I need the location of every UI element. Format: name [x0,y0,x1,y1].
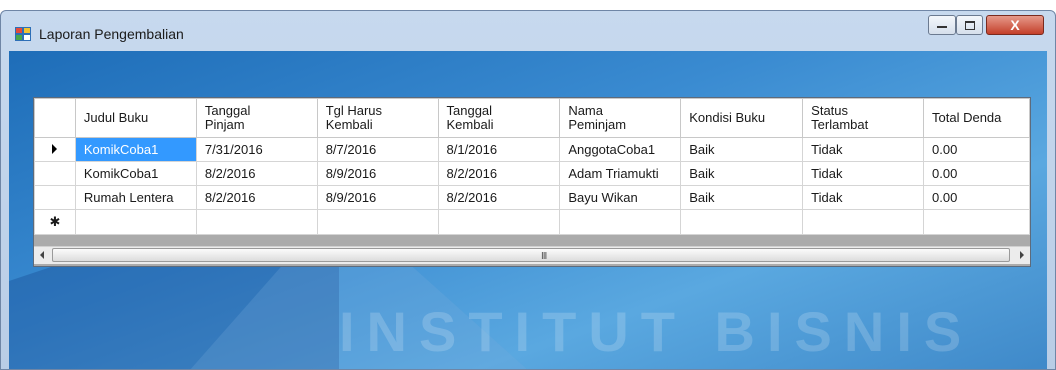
table-cell[interactable] [802,209,924,235]
table-cell[interactable]: 8/2/2016 [437,161,561,186]
watermark: INSTITUT BISNIS [339,300,974,363]
scroll-right-icon[interactable] [1020,251,1024,259]
table-cell[interactable]: Tidak [802,185,924,210]
maximize-button[interactable] [956,15,983,35]
window-title: Laporan Pengembalian [39,26,184,42]
corner-header[interactable] [34,98,76,138]
row-header-current[interactable] [34,137,76,162]
app-window: Laporan Pengembalian X INSTITUT BISNIS J… [0,10,1056,370]
table-cell[interactable] [559,209,682,235]
table-cell[interactable]: 8/2/2016 [437,185,561,210]
scroll-grip: III [541,251,547,262]
table-cell[interactable]: 0.00 [923,137,1030,162]
new-row[interactable]: ✱ [34,209,1030,235]
current-row-icon [52,144,58,154]
table-cell[interactable] [437,209,561,235]
table-cell[interactable]: 7/31/2016 [195,137,318,162]
minimize-button[interactable] [928,15,956,35]
close-button[interactable]: X [986,15,1044,35]
table-cell[interactable] [74,209,197,235]
column-header-nama-peminjam[interactable]: Nama Peminjam [559,98,682,138]
new-row-header[interactable]: ✱ [34,209,76,235]
table-cell[interactable]: Adam Triamukti [559,161,682,186]
new-row-icon: ✱ [49,214,61,229]
close-icon: X [1010,17,1020,33]
table-cell[interactable]: KomikCoba1 [74,161,197,186]
row-header[interactable] [34,185,76,210]
row-header[interactable] [34,161,76,186]
horizontal-scrollbar[interactable]: III [34,246,1030,264]
table-cell[interactable]: AnggotaCoba1 [559,137,682,162]
table-cell[interactable]: 0.00 [923,185,1030,210]
table-cell[interactable]: Baik [680,161,804,186]
table-cell[interactable]: 8/2/2016 [195,161,318,186]
table-cell[interactable]: 8/9/2016 [316,185,439,210]
table-cell[interactable]: 0.00 [923,161,1030,186]
header-row: Judul Buku Tanggal Pinjam Tgl Harus Kemb… [34,98,1030,138]
table-cell[interactable]: 8/7/2016 [316,137,439,162]
table-cell[interactable]: 8/2/2016 [195,185,318,210]
data-grid[interactable]: Judul Buku Tanggal Pinjam Tgl Harus Kemb… [33,97,1031,267]
table-cell[interactable]: KomikCoba1 [74,137,197,162]
table-cell[interactable] [195,209,318,235]
column-header-tanggal-kembali[interactable]: Tanggal Kembali [437,98,561,138]
table-row[interactable]: KomikCoba1 7/31/2016 8/7/2016 8/1/2016 A… [34,137,1030,162]
title-bar[interactable]: Laporan Pengembalian X [1,11,1055,51]
scrollbar-thumb[interactable]: III [52,248,1010,262]
minimize-icon [937,26,947,28]
maximize-icon [964,20,975,30]
table-row[interactable]: KomikCoba1 8/2/2016 8/9/2016 8/2/2016 Ad… [34,161,1030,186]
table-cell[interactable]: Baik [680,185,804,210]
table-cell[interactable]: Tidak [802,137,924,162]
column-header-status-terlambat[interactable]: Status Terlambat [802,98,924,138]
scroll-left-icon[interactable] [40,251,44,259]
column-header-tanggal-pinjam[interactable]: Tanggal Pinjam [195,98,318,138]
table-cell[interactable] [316,209,439,235]
table-cell[interactable]: Baik [680,137,804,162]
column-header-tgl-harus-kembali[interactable]: Tgl Harus Kembali [316,98,439,138]
table-cell[interactable]: 8/1/2016 [437,137,561,162]
column-header-judul-buku[interactable]: Judul Buku [74,98,197,138]
column-header-kondisi-buku[interactable]: Kondisi Buku [680,98,804,138]
client-area: INSTITUT BISNIS Judul Buku Tanggal Pinja… [9,51,1047,369]
table-cell[interactable] [923,209,1030,235]
app-icon [15,27,31,41]
table-cell[interactable] [680,209,804,235]
table-cell[interactable]: Tidak [802,161,924,186]
table-cell[interactable]: Bayu Wikan [559,185,682,210]
table-row[interactable]: Rumah Lentera 8/2/2016 8/9/2016 8/2/2016… [34,185,1030,210]
column-header-total-denda[interactable]: Total Denda [923,98,1030,138]
grid-table: Judul Buku Tanggal Pinjam Tgl Harus Kemb… [34,98,1030,235]
table-cell[interactable]: Rumah Lentera [74,185,197,210]
table-cell[interactable]: 8/9/2016 [316,161,439,186]
